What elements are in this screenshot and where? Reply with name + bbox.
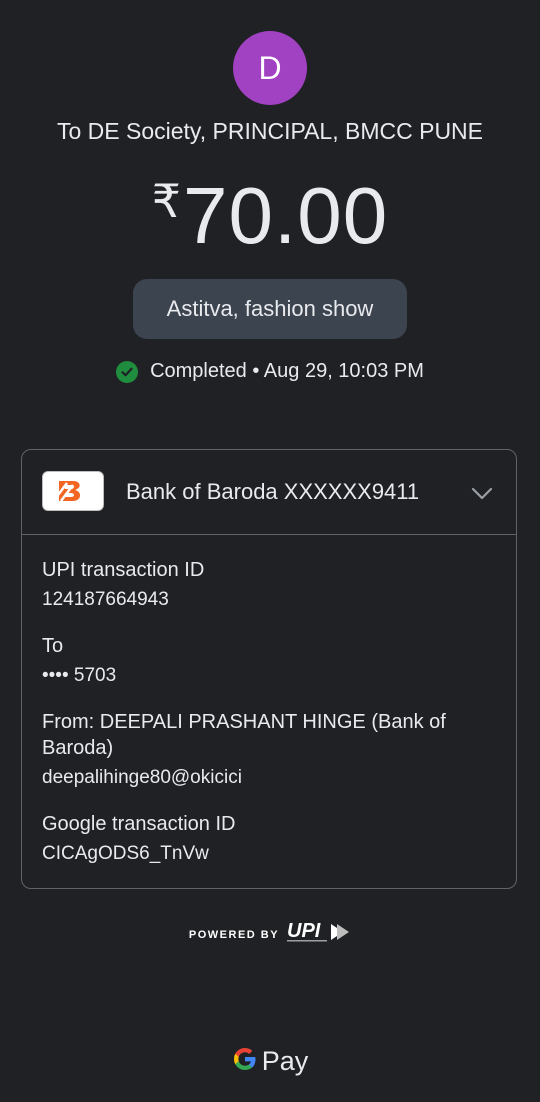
detail-row-upi-id: UPI transaction ID 124187664943 — [42, 557, 496, 613]
bank-of-baroda-logo — [42, 471, 104, 511]
gpay-label: Pay — [261, 1046, 309, 1076]
payment-note-text: Astitva, fashion show — [166, 296, 374, 321]
detail-value: •••• 5703 — [42, 665, 117, 686]
detail-value: deepalihinge80@okicici — [42, 767, 242, 788]
avatar-initial: D — [258, 49, 282, 86]
detail-label: Google transaction ID — [42, 813, 236, 835]
google-g-icon — [232, 1046, 258, 1077]
chevron-down-icon[interactable] — [470, 481, 494, 505]
detail-value[interactable]: CICAgODS6_TnVw — [42, 841, 496, 867]
check-circle-icon — [116, 360, 139, 383]
powered-by-text: POWERED BY — [188, 928, 280, 941]
google-pay-logo: Pay — [0, 1046, 540, 1077]
payment-amount: ₹70.00 — [0, 170, 540, 262]
detail-value[interactable]: 124187664943 — [42, 587, 496, 613]
detail-row-google-id: Google transaction ID CICAgODS6_TnVw — [42, 811, 496, 867]
bank-account-name: Bank of Baroda XXXXXX9411 — [126, 479, 420, 504]
amount-value: 70.00 — [183, 171, 389, 260]
details-list: UPI transaction ID 124187664943 To •••• … — [22, 535, 516, 867]
bank-account-row[interactable]: Bank of Baroda XXXXXX9411 — [22, 450, 516, 535]
detail-label: UPI transaction ID — [42, 559, 205, 581]
payment-note: Astitva, fashion show — [133, 279, 407, 339]
avatar: D — [233, 31, 307, 105]
status-text: Completed • Aug 29, 10:03 PM — [150, 360, 424, 382]
payment-status: Completed • Aug 29, 10:03 PM — [0, 360, 540, 383]
detail-row-to: To •••• 5703 — [42, 633, 496, 689]
transaction-details-card: Bank of Baroda XXXXXX9411 UPI transactio… — [21, 449, 517, 889]
detail-row-from: From: DEEPALI PRASHANT HINGE (Bank of Ba… — [42, 709, 496, 791]
powered-by-upi: POWERED BY UPI — [0, 920, 540, 949]
recipient-name: To DE Society, PRINCIPAL, BMCC PUNE — [56, 118, 484, 144]
detail-label: To — [42, 635, 64, 657]
upi-logo: UPI — [287, 920, 351, 949]
svg-text:UPI: UPI — [287, 920, 321, 942]
currency-symbol: ₹ — [151, 175, 182, 227]
detail-label: From: DEEPALI PRASHANT HINGE (Bank of Ba… — [42, 711, 446, 759]
